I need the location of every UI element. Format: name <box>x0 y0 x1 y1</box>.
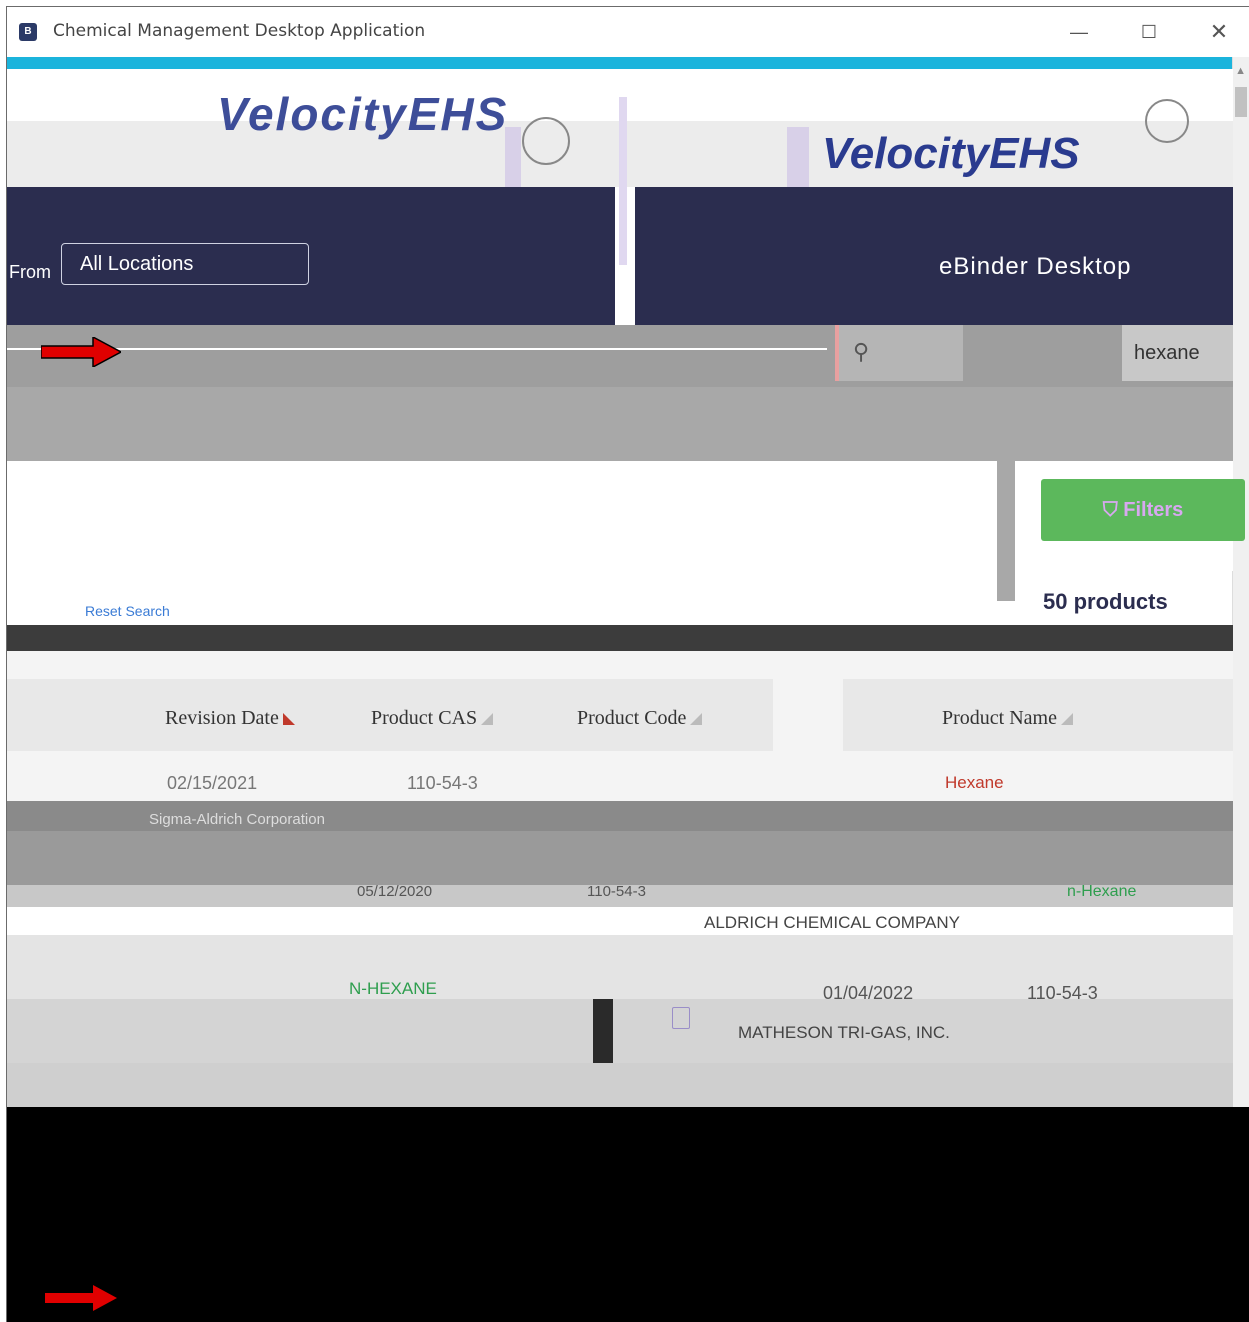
filter-icon: ⛉ <box>1102 498 1124 521</box>
minimize-button[interactable]: — <box>1059 17 1099 47</box>
row-manufacturer: Sigma-Aldrich Corporation <box>149 811 325 828</box>
row-product-name[interactable]: Hexane <box>945 773 1004 793</box>
all-locations-button[interactable]: All Locations <box>61 243 309 285</box>
row-band <box>7 1063 1233 1107</box>
col-product-cas-label: Product CAS <box>371 707 478 729</box>
binder-header <box>635 187 1233 325</box>
row-band <box>7 907 1233 935</box>
row-product-name[interactable]: n-Hexane <box>1067 883 1136 901</box>
panel-divider <box>997 461 1015 601</box>
row-date: 02/15/2021 <box>167 773 258 793</box>
render-artifact <box>787 127 809 189</box>
scroll-up-icon[interactable]: ▲ <box>1235 65 1246 77</box>
accent-bar <box>7 57 1233 69</box>
black-region <box>7 1107 1249 1322</box>
table-top-band <box>7 625 1233 651</box>
window-title: Chemical Management Desktop Application <box>53 21 426 41</box>
reset-search-link[interactable]: Reset Search <box>85 603 170 619</box>
row-date: 05/12/2020 <box>357 883 433 900</box>
account-icon[interactable] <box>1145 99 1189 143</box>
sort-icon <box>690 713 703 726</box>
close-button[interactable]: ✕ <box>1199 17 1239 47</box>
sort-desc-icon <box>282 713 295 726</box>
col-product-name[interactable]: Product Name <box>942 707 1073 730</box>
brand-logo: VelocityEHS <box>217 88 509 140</box>
brand-logo-duplicate: VelocityEHS <box>822 129 1080 178</box>
col-revision-date-label: Revision Date <box>165 707 279 729</box>
row-cas: 110-54-3 <box>587 883 646 900</box>
search-icon[interactable]: ⚲ <box>853 339 869 365</box>
filters-label: Filters <box>1123 498 1184 521</box>
app-icon: B <box>19 23 37 41</box>
binder-title: eBinder Desktop <box>939 253 1132 280</box>
col-product-name-label: Product Name <box>942 707 1057 729</box>
red-arrow-icon <box>41 337 121 367</box>
col-product-code-label: Product Code <box>577 707 687 729</box>
search-underline <box>7 348 827 350</box>
scrollbar-thumb[interactable] <box>1235 87 1247 117</box>
title-bar: B Chemical Management Desktop Applicatio… <box>7 7 1249 57</box>
search-bar <box>7 325 1233 387</box>
row-band <box>7 831 1233 885</box>
render-artifact <box>619 97 627 265</box>
col-revision-date[interactable]: Revision Date <box>165 707 295 730</box>
vertical-scrollbar[interactable] <box>1232 57 1249 1107</box>
location-prefix: From <box>9 262 51 282</box>
help-icon[interactable] <box>522 117 570 165</box>
document-icon[interactable] <box>672 1007 690 1029</box>
render-artifact <box>505 127 521 189</box>
red-arrow-icon <box>45 1285 117 1311</box>
app-window: B Chemical Management Desktop Applicatio… <box>6 6 1249 1322</box>
sort-icon <box>481 713 494 726</box>
col-product-cas[interactable]: Product CAS <box>371 707 494 730</box>
search-input[interactable] <box>1122 325 1233 381</box>
row-manufacturer: MATHESON TRI-GAS, INC. <box>738 1023 950 1042</box>
toolbar-band <box>7 387 1233 461</box>
sort-icon <box>1060 713 1073 726</box>
row-cas: 110-54-3 <box>407 773 478 793</box>
results-count: 50 products <box>1043 589 1168 614</box>
row-manufacturer: ALDRICH CHEMICAL COMPANY <box>704 913 960 932</box>
row-product-name[interactable]: N-HEXANE <box>349 979 437 999</box>
filters-button[interactable]: ⛉ Filters <box>1041 479 1245 541</box>
table-row[interactable] <box>7 999 1233 1063</box>
row-cas: 110-54-3 <box>1027 983 1098 1003</box>
col-product-code[interactable]: Product Code <box>577 707 703 730</box>
row-date: 01/04/2022 <box>823 983 914 1003</box>
maximize-button[interactable]: ☐ <box>1129 17 1169 47</box>
